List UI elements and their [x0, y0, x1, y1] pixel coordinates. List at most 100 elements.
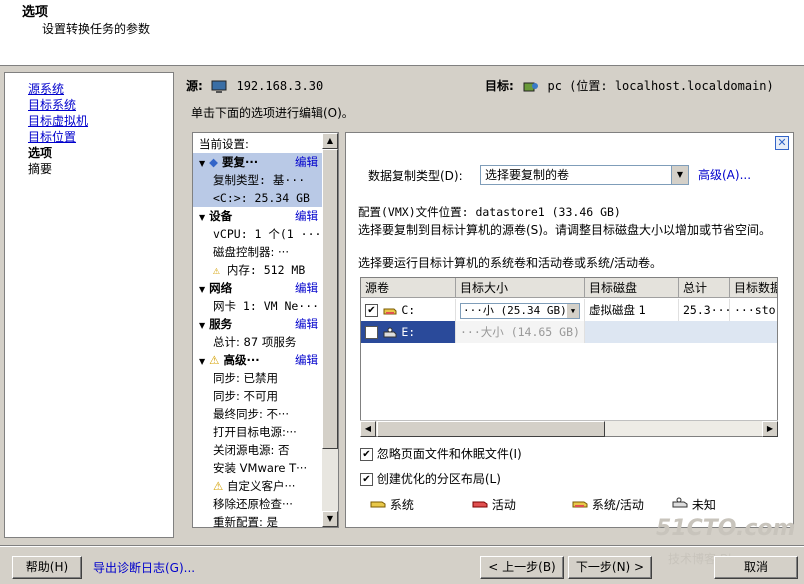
target-size-value: ···小 (25.34 GB) [463, 304, 567, 317]
expand-arrow-icon: ▼ [199, 213, 206, 222]
computer-icon [211, 80, 227, 93]
footer-divider [0, 545, 804, 547]
scroll-thumb[interactable] [377, 421, 605, 437]
section-copy[interactable]: ▼ ◆ 要复··· 编辑 [193, 153, 322, 171]
col-target-data[interactable]: 目标数据 [730, 278, 777, 298]
edit-services-link[interactable]: 编辑 [295, 315, 318, 333]
volume-cell: E: [361, 321, 456, 343]
settings-scrollbar[interactable]: ▲ ▼ [322, 133, 338, 527]
volume-note: 选择要复制到目标计算机的源卷(S)。请调整目标磁盘大小以增加或节省空间。 [358, 223, 771, 237]
settings-tree: 当前设置: ▼ ◆ 要复··· 编辑 复制类型: 基··· <C:>: 25.3… [192, 132, 339, 528]
scroll-left-icon[interactable]: ◀ [360, 421, 376, 437]
page-subtitle: 设置转换任务的参数 [42, 22, 151, 36]
section-devices[interactable]: ▼ 设备 编辑 [193, 207, 322, 225]
legend-system-label: 系统 [389, 498, 414, 512]
advanced-link[interactable]: 高级(A)... [698, 166, 751, 183]
target-size-select[interactable]: ···小 (25.34 GB) ▼ [460, 303, 580, 319]
current-settings-label: 当前设置: [199, 137, 249, 151]
volume-checkbox[interactable]: ✔ [365, 304, 378, 317]
system-volume-note: 选择要运行目标计算机的系统卷和活动卷或系统/活动卷。 [358, 256, 663, 270]
col-target-disk[interactable]: 目标磁盘 [585, 278, 679, 298]
section-devices-title: 设备 [209, 209, 233, 223]
ignore-pagefile-label: 忽略页面文件和休眠文件(I) [376, 447, 522, 461]
section-copy-title: 要复··· [222, 155, 259, 169]
close-icon[interactable]: ✕ [775, 136, 789, 150]
copy-type-select[interactable]: 选择要复制的卷 ▼ [480, 165, 689, 185]
col-target-size[interactable]: 目标大小 [456, 278, 585, 298]
warning-icon: ⚠ [213, 479, 224, 493]
volume-checkbox[interactable] [365, 326, 378, 339]
diamond-icon: ◆ [209, 155, 219, 169]
copy-type-label: 数据复制类型(D): [368, 169, 463, 183]
scroll-up-icon[interactable]: ▲ [322, 133, 338, 149]
copy-volume-row[interactable]: <C:>: 25.34 GB [193, 189, 322, 207]
target-address: pc (位置: localhost.localdomain) [547, 79, 774, 93]
scroll-thumb[interactable] [322, 149, 338, 449]
reconfigure-row: 重新配置: 是 [213, 515, 279, 528]
edit-copy-link[interactable]: 编辑 [295, 153, 318, 171]
page-title: 选项 [22, 5, 49, 20]
volume-name: C: [401, 303, 416, 317]
cancel-button[interactable]: 取消 [714, 556, 798, 579]
sync-row: 同步: 已禁用 [213, 371, 279, 385]
nav-target-vm[interactable]: 目标虚拟机 [28, 112, 88, 129]
edit-advanced-link[interactable]: 编辑 [295, 351, 318, 369]
table-row-selected[interactable]: E: ···大小 (14.65 GB) [361, 321, 777, 343]
target-data-cell: ···store [730, 299, 777, 321]
nav-target-location[interactable]: 目标位置 [28, 128, 76, 145]
wizard-nav: 源系统 目标系统 目标虚拟机 目标位置 选项 摘要 [4, 72, 174, 538]
table-row[interactable]: ✔ C: ···小 (25.34 GB) ▼ 虚拟磁盘 1 25.3··· ··… [361, 299, 777, 321]
install-tools-row: 安装 VMware T··· [213, 461, 308, 475]
nav-source-system[interactable]: 源系统 [28, 80, 64, 97]
edit-network-link[interactable]: 编辑 [295, 279, 318, 297]
edit-hint: 单击下面的选项进行编辑(O)。 [191, 106, 354, 120]
expand-arrow-icon: ▼ [199, 321, 206, 330]
nav-target-system[interactable]: 目标系统 [28, 96, 76, 113]
page-header: 选项 设置转换任务的参数 [0, 0, 804, 66]
copy-type-value: 选择要复制的卷 [485, 168, 570, 182]
system-drive-icon [383, 308, 397, 314]
copy-type-row[interactable]: 复制类型: 基··· [193, 171, 322, 189]
section-services-title: 服务 [209, 317, 233, 331]
memory-row: ⚠ 内存: 512 MB [193, 261, 322, 279]
customize-text: 自定义客户··· [226, 479, 296, 493]
legend-unknown: 未知 [672, 496, 716, 513]
expand-arrow-icon: ▼ [199, 159, 206, 168]
vm-host-icon [523, 82, 538, 91]
final-sync-row: 最终同步: 不··· [213, 407, 289, 421]
target-disk-cell: 虚拟磁盘 1 [585, 299, 679, 321]
optimize-layout-option[interactable]: ✔ 创建优化的分区布局(L) [360, 470, 501, 487]
chevron-down-icon[interactable]: ▼ [671, 166, 688, 184]
source-line: 源: 192.168.3.30 [186, 77, 323, 95]
nic-row: 网卡 1: VM Ne··· [213, 299, 320, 313]
chevron-down-icon[interactable]: ▼ [567, 304, 579, 318]
warning-icon: ⚠ [213, 263, 220, 277]
legend-system: 系统 [370, 496, 414, 513]
source-label: 源: [186, 79, 203, 93]
col-total[interactable]: 总计 [679, 278, 730, 298]
scroll-right-icon[interactable]: ▶ [762, 421, 778, 437]
system-volume-icon [370, 501, 386, 508]
back-button[interactable]: < 上一步(B) [480, 556, 564, 579]
section-advanced[interactable]: ▼ ⚠ 高级··· 编辑 [193, 351, 322, 369]
ignore-pagefile-option[interactable]: ✔ 忽略页面文件和休眠文件(I) [360, 445, 522, 462]
help-button[interactable]: 帮助(H) [12, 556, 82, 579]
next-button[interactable]: 下一步(N) > [568, 556, 652, 579]
scroll-down-icon[interactable]: ▼ [322, 511, 338, 527]
table-hscrollbar[interactable]: ◀ ▶ [360, 420, 778, 437]
unknown-drive-icon [383, 327, 397, 337]
section-services[interactable]: ▼ 服务 编辑 [193, 315, 322, 333]
col-source-volume[interactable]: 源卷 [361, 278, 456, 298]
edit-devices-link[interactable]: 编辑 [295, 207, 318, 225]
optimize-layout-checkbox[interactable]: ✔ [360, 473, 373, 486]
remove-checkpoint-row: 移除还原检查··· [213, 497, 293, 511]
volume-table: 源卷 目标大小 目标磁盘 总计 目标数据 ✔ C: ···小 (25.34 GB… [360, 277, 778, 437]
ignore-pagefile-checkbox[interactable]: ✔ [360, 448, 373, 461]
target-size-cell[interactable]: ···小 (25.34 GB) ▼ [456, 299, 585, 321]
total-cell: 25.3··· [679, 299, 730, 321]
expand-arrow-icon: ▼ [199, 357, 206, 366]
power-on-row: 打开目标电源:··· [213, 425, 297, 439]
system-active-volume-icon [572, 501, 588, 508]
export-log-link[interactable]: 导出诊断日志(G)... [93, 559, 195, 576]
section-network[interactable]: ▼ 网络 编辑 [193, 279, 322, 297]
